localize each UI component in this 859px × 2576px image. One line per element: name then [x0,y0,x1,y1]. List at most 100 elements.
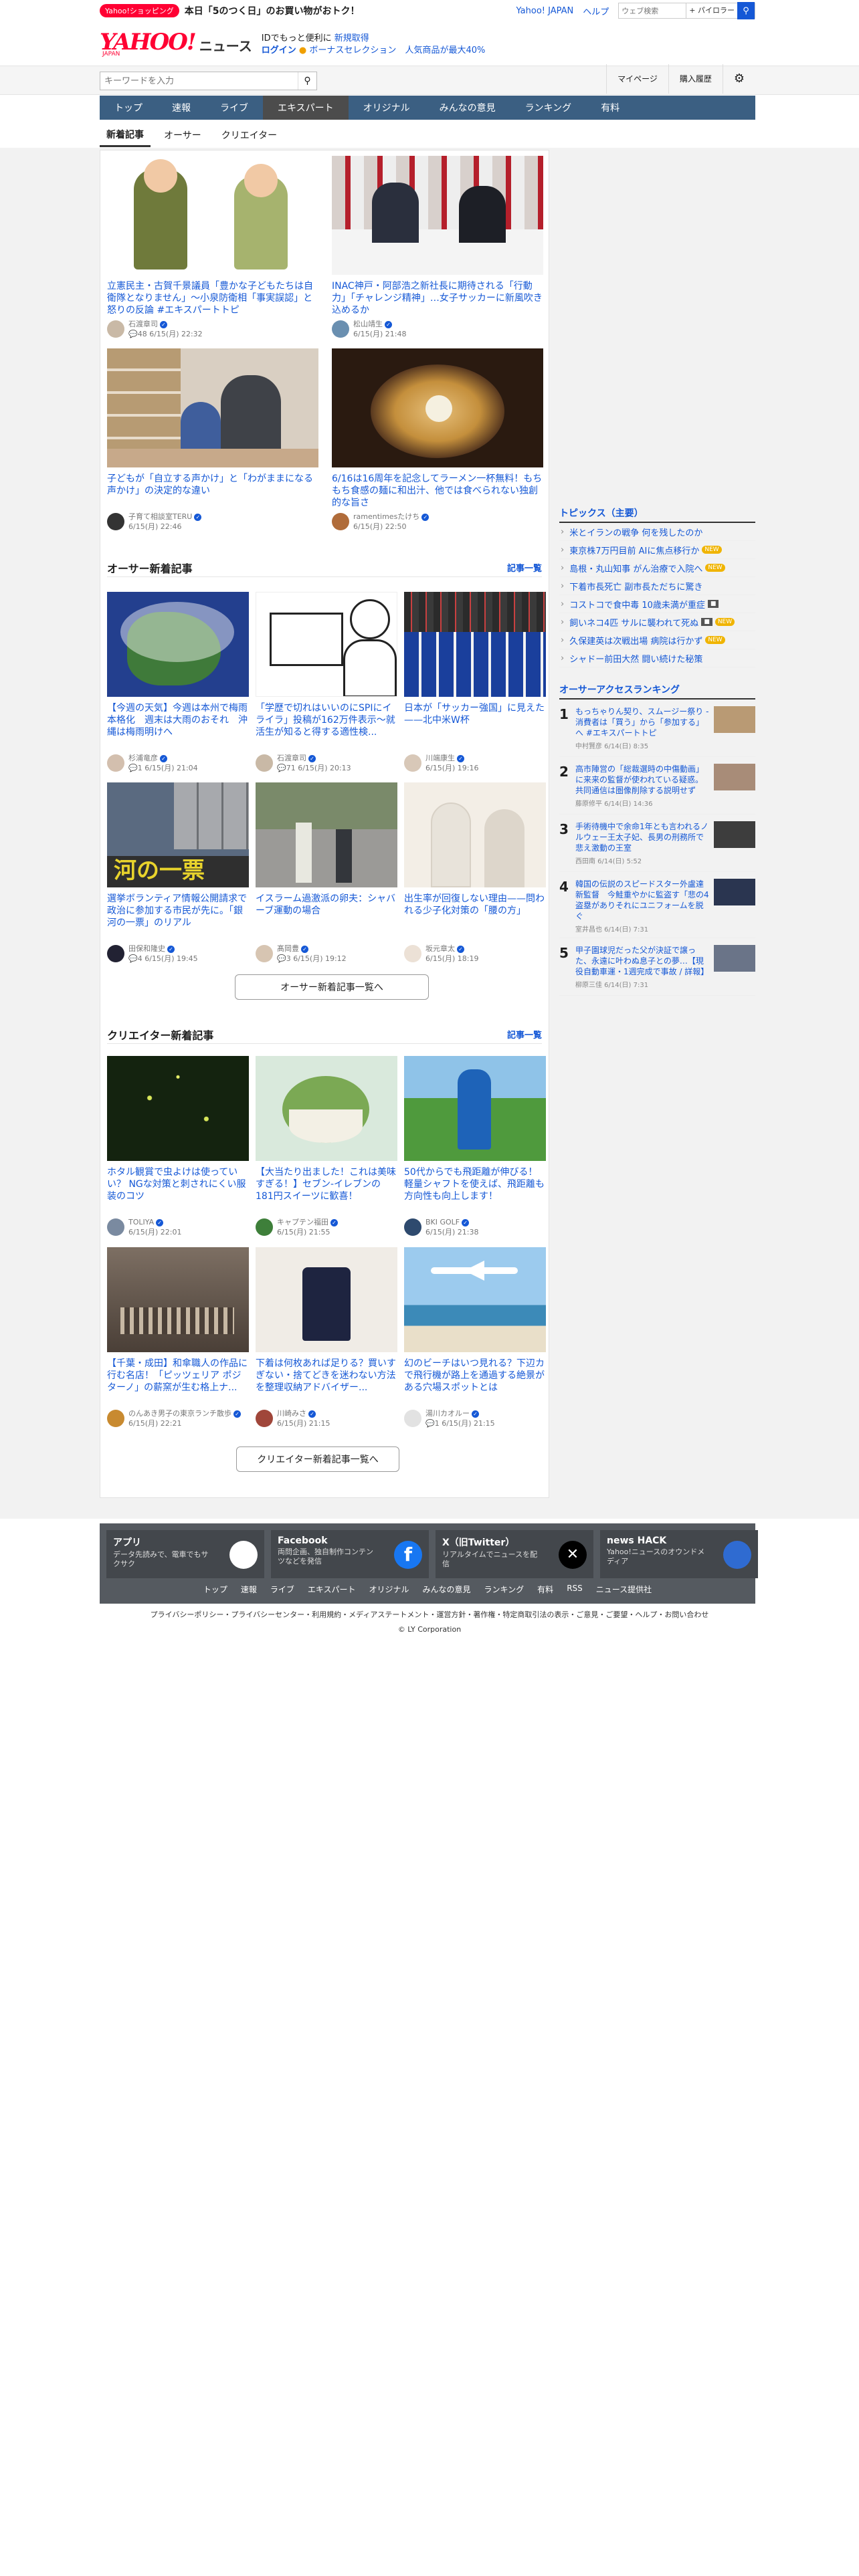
ranking-item[interactable]: 2 高市陣営の「総裁選時の中傷動画」に来来の監督が使われている疑惑。共同通信は圏… [559,757,755,815]
author-card[interactable]: イスラーム過激派の卵夫：シャバーブ運動の場合 髙岡豊 ✓ 💬3 6/15(月) 1… [256,782,397,964]
creator-card[interactable]: ホタル観賞で虫よけは使っていい？ NGな対策と刺されにくい服装のコツ TOLIY… [107,1056,249,1237]
ranking-item[interactable]: 3 手術待機中で余命1年とも言われるノルウェー王太子妃、長男の刑務所で悲え激動の… [559,815,755,872]
article-list-link[interactable]: 記事一覧 [507,561,542,574]
nav-paid[interactable]: 有料 [586,96,634,120]
article-title[interactable]: 日本が「サッカー強国」に見えた——北中米W杯 [404,702,546,750]
featured-card[interactable]: 立憲民主・古賀千景議員「豊かな子どもたちは自衛隊となりません」〜小泉防衛相「事実… [107,156,318,339]
topic-item[interactable]: 東京株7万円目前 AIに焦点移行かNEW [559,541,755,559]
author-card[interactable]: 日本が「サッカー強国」に見えた——北中米W杯 川端康生 ✓ 6/15(月) 19:… [404,592,546,773]
search-icon[interactable]: ⚲ [298,72,316,90]
footer-link[interactable]: みんなの意見 [423,1584,471,1595]
ranking-item[interactable]: 4 韓国の伝説のスピードスター外盧達新監督 今鮭重やかに監盗す「悲の4盗塁があり… [559,872,755,938]
keyword-input[interactable] [100,72,298,90]
author-card[interactable]: 【今週の天気】今週は本州で梅雨本格化 週末は大雨のおそれ 沖縄は梅雨明けへ 杉浦… [107,592,249,773]
article-title[interactable]: 【千葉・成田】和傘職人の作品に行む名店！「ピッツェリア ポジターノ」の薪窯が生む… [107,1358,249,1406]
nav-ranking[interactable]: ランキング [510,96,587,120]
web-search-input[interactable] [619,3,686,18]
author-name[interactable]: 石渡章司 [128,320,158,328]
help-link[interactable]: ヘルプ [583,5,609,17]
article-list-link[interactable]: 記事一覧 [507,1028,542,1041]
author-card[interactable]: 「学歴で切れはいいのにSPIにイライラ」投稿が162万件表示〜就活生が知ると得す… [256,592,397,773]
login-link[interactable]: ログイン [262,45,296,56]
footer-facebook[interactable]: Facebook 両問企画、独自制作コンテンツなどを発信 f [271,1530,429,1578]
yahoo-logo[interactable]: YAHOO! JAPAN [100,31,197,58]
article-title[interactable]: ホタル観賞で虫よけは使っていい？ NGな対策と刺されにくい服装のコツ [107,1166,249,1214]
article-title[interactable]: 下着は何枚あれば足りる？買いすぎない・捨てどきを迷わない方法を整理収納アドバイザ… [256,1358,397,1406]
footer-link[interactable]: オリジナル [369,1584,409,1595]
footer-link[interactable]: 有料 [537,1584,553,1595]
article-title[interactable]: 立憲民主・古賀千景議員「豊かな子どもたちは自衛隊となりません」〜小泉防衛相「事実… [107,280,318,316]
footer-link[interactable]: ランキング [484,1584,524,1595]
creator-card[interactable]: 【大当たり出ました！これは美味すぎる！】セブン-イレブンの181円スイーツに歓喜… [256,1056,397,1237]
topic-item[interactable]: 島根・丸山知事 がん治療で入院へNEW [559,559,755,577]
gear-icon[interactable]: ⚙ [722,64,755,94]
author-name[interactable]: 湯川カオルー [425,1409,470,1418]
author-name[interactable]: のんあき男子の東京ランチ散歩 [128,1409,231,1418]
article-title[interactable]: INAC神戸・阿部浩之新社長に期待される「行動力」「チャレンジ精神」…女子サッカ… [332,280,543,316]
footer-link[interactable]: ニュース提供社 [596,1584,652,1595]
article-title[interactable]: イスラーム過激派の卵夫：シャバーブ運動の場合 [256,893,397,941]
bonus-detail[interactable]: 人気商品が最大40% [405,45,485,56]
creator-card[interactable]: 【千葉・成田】和傘職人の作品に行む名店！「ピッツェリア ポジターノ」の薪窯が生む… [107,1247,249,1428]
creator-more-button[interactable]: クリエイター新着記事一覧へ [236,1446,399,1472]
rank-title[interactable]: 甲子園球児だった父が決証で譲った、永遠に叶わぬ息子との夢…【現役自動車運・1週完… [575,945,710,977]
author-name[interactable]: TOLIYA [128,1218,154,1226]
topic-item[interactable]: コストコで食中毒 10歳未満が重症■ [559,595,755,613]
footer-link[interactable]: 速報 [241,1584,257,1595]
bonus-link[interactable]: ボーナスセレクション [309,45,396,56]
topic-item[interactable]: 米とイランの戦争 何を残したのか [559,523,755,541]
author-name[interactable]: BKI GOLF [425,1218,460,1226]
shopping-promo[interactable]: 本日「5のつく日」のお買い物がおトク！ [185,4,360,17]
tab-author[interactable]: オーサー [157,123,208,147]
author-name[interactable]: 杉浦竜彦 [128,754,158,762]
nav-original[interactable]: オリジナル [349,96,425,120]
featured-card[interactable]: 子どもが「自立する声かけ」と「わがままになる声かけ」の決定的な違い 子育て相談室… [107,348,318,532]
article-title[interactable]: 子どもが「自立する声かけ」と「わがままになる声かけ」の決定的な違い [107,473,318,509]
legal-links[interactable]: プライバシーポリシー・プライバシーセンター・利用規約・メディアステートメント・運… [0,1609,859,1620]
mypage-link[interactable]: マイページ [606,64,668,94]
footer-link[interactable]: トップ [203,1584,227,1595]
article-title[interactable]: 【大当たり出ました！これは美味すぎる！】セブン-イレブンの181円スイーツに歓喜… [256,1166,397,1214]
register-link[interactable]: 新規取得 [335,33,369,43]
topic-item[interactable]: 久保建英は次戦出場 病院は行かずNEW [559,631,755,649]
yahoo-japan-link[interactable]: Yahoo! JAPAN [516,6,574,16]
shopping-badge[interactable]: Yahoo!ショッピング [100,4,179,17]
author-card[interactable]: 河の一票 選挙ボランティア情報公開請求で政治に参加する市民が先に。「銀河の一票」… [107,782,249,964]
author-name[interactable]: ramentimesたけち [353,512,419,521]
author-name[interactable]: 川端康生 [425,754,455,762]
footer-app[interactable]: アプリ データ先読みで、電車でもサクサク [106,1530,264,1578]
tab-creator[interactable]: クリエイター [215,123,284,147]
rank-title[interactable]: 韓国の伝説のスピードスター外盧達新監督 今鮭重やかに監盗す「悲の4盗塁がありそれ… [575,879,710,922]
creator-card[interactable]: 50代からでも飛距離が伸びる！軽量シャフトを使えば、飛距離も方向性も向上します！… [404,1056,546,1237]
footer-link[interactable]: ライブ [270,1584,294,1595]
nav-top[interactable]: トップ [100,96,157,120]
nav-opinion[interactable]: みんなの意見 [425,96,510,120]
article-title[interactable]: 「学歴で切れはいいのにSPIにイライラ」投稿が162万件表示〜就活生が知ると得す… [256,702,397,750]
ranking-item[interactable]: 1 もっちゃりん契り、スムージー祭り - 消費者は「買う」から「参加する」へ #… [559,700,755,757]
article-title[interactable]: 50代からでも飛距離が伸びる！軽量シャフトを使えば、飛距離も方向性も向上します！ [404,1166,546,1214]
author-name[interactable]: 松山靖生 [353,320,383,328]
topic-item[interactable]: 飼いネコ4匹 サルに襲われて死ぬ■NEW [559,613,755,631]
author-name[interactable]: キャプテン福田 [277,1218,328,1226]
rank-title[interactable]: もっちゃりん契り、スムージー祭り - 消費者は「買う」から「参加する」へ #エキ… [575,706,710,738]
article-title[interactable]: 出生率が回復しない理由——問われる少子化対策の「腰の方」 [404,893,546,941]
search-icon[interactable]: ⚲ [737,2,755,19]
news-logo[interactable]: ニュース [199,35,252,55]
footer-link[interactable]: RSS [567,1584,583,1595]
author-name[interactable]: 坂元章太 [425,944,455,953]
author-more-button[interactable]: オーサー新着記事一覧へ [235,974,429,1000]
featured-card[interactable]: INAC神戸・阿部浩之新社長に期待される「行動力」「チャレンジ精神」…女子サッカ… [332,156,543,339]
featured-card[interactable]: 6/16は16周年を記念してラーメン一杯無料！もちもち食感の麺に和出汁、他では食… [332,348,543,532]
author-name[interactable]: 石渡章司 [277,754,306,762]
rank-title[interactable]: 手術待機中で余命1年とも言われるノルウェー王太子妃、長男の刑務所で悲え激動の王室 [575,821,710,853]
history-link[interactable]: 購入履歴 [668,64,723,94]
author-card[interactable]: 出生率が回復しない理由——問われる少子化対策の「腰の方」 坂元章太 ✓ 6/15(… [404,782,546,964]
creator-card[interactable]: 下着は何枚あれば足りる？買いすぎない・捨てどきを迷わない方法を整理収納アドバイザ… [256,1247,397,1428]
nav-expert[interactable]: エキスパート [263,96,349,120]
article-title[interactable]: 選挙ボランティア情報公開請求で政治に参加する市民が先に。「銀河の一票」のリアル [107,893,249,941]
topic-item[interactable]: 下着市長死亡 副市長ただちに驚き [559,577,755,595]
author-name[interactable]: 子育て相談室TERU [128,512,192,521]
search-dropdown[interactable]: + パイロラー [686,3,737,18]
nav-live[interactable]: ライブ [205,96,263,120]
tab-new[interactable]: 新着記事 [100,123,151,147]
